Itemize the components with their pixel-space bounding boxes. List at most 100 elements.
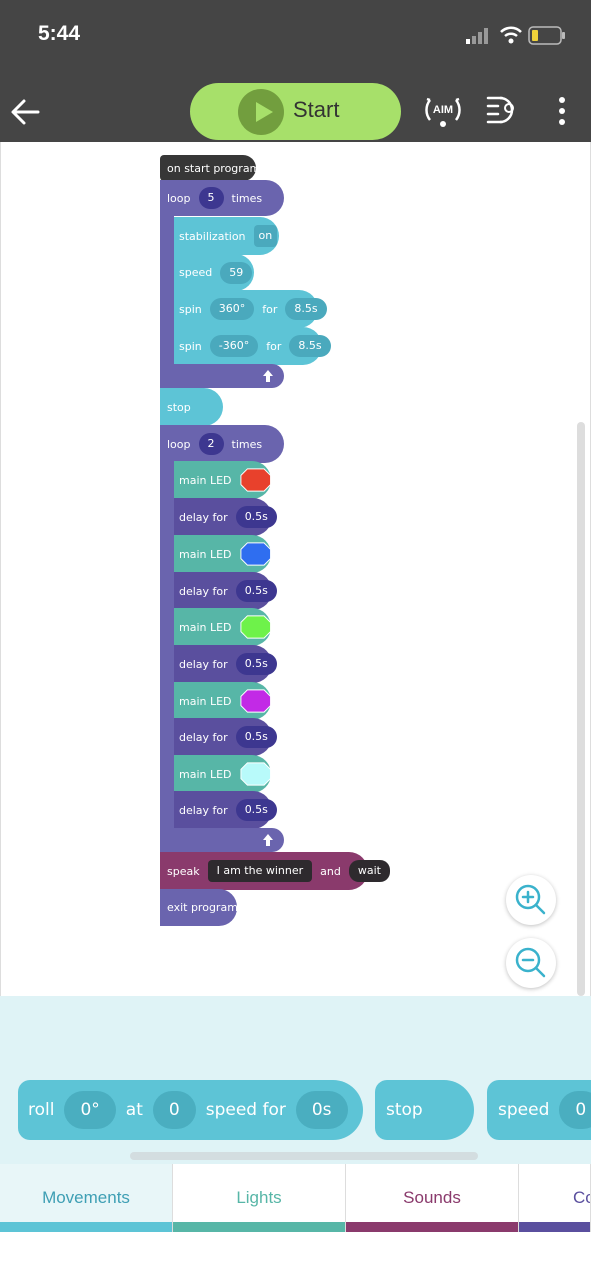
main-led-label: main LED bbox=[179, 547, 232, 561]
zoom-in-button[interactable] bbox=[506, 875, 556, 925]
spin-label: spin bbox=[179, 339, 202, 353]
led-color-swatch[interactable] bbox=[239, 688, 271, 714]
delay-value[interactable]: 0.5s bbox=[235, 506, 277, 528]
stabilization-block[interactable]: stabilization on bbox=[174, 217, 279, 255]
speak-and-label: and bbox=[320, 864, 341, 878]
loop-label: loop bbox=[167, 437, 191, 451]
delay-value[interactable]: 0.5s bbox=[235, 653, 277, 675]
delay-block[interactable]: delay for 0.5s bbox=[174, 718, 277, 756]
drive-icon[interactable] bbox=[486, 94, 522, 126]
speak-text[interactable]: I am the winner bbox=[207, 860, 313, 882]
exit-program-block[interactable]: exit program bbox=[160, 889, 238, 926]
wifi-icon bbox=[500, 26, 522, 44]
led-color-swatch[interactable] bbox=[239, 614, 271, 640]
start-button[interactable]: Start bbox=[190, 83, 401, 140]
tab-indicator bbox=[519, 1222, 590, 1232]
on-start-program-label: on start program bbox=[167, 161, 261, 175]
spin-duration[interactable]: 8.5s bbox=[285, 298, 327, 320]
main-led-block[interactable]: main LED bbox=[174, 682, 271, 720]
delay-label: delay for bbox=[179, 803, 228, 817]
spin-duration[interactable]: 8.5s bbox=[289, 335, 331, 357]
loop-suffix: times bbox=[231, 191, 263, 205]
loop-arrow-icon bbox=[263, 370, 273, 382]
speak-block[interactable]: speak I am the winner and wait bbox=[160, 852, 390, 890]
delay-label: delay for bbox=[179, 584, 228, 598]
palette-at-label: at bbox=[125, 1100, 143, 1120]
speak-wait-toggle[interactable]: wait bbox=[348, 860, 390, 882]
palette-roll-angle[interactable]: 0° bbox=[64, 1091, 116, 1129]
main-led-block[interactable]: main LED bbox=[174, 608, 271, 646]
spin-block[interactable]: spin -360° for 8.5s bbox=[174, 327, 331, 365]
loop-arrow-icon bbox=[263, 834, 273, 846]
palette-roll-duration[interactable]: 0s bbox=[295, 1091, 348, 1129]
spin-angle[interactable]: 360° bbox=[209, 298, 255, 320]
palette-stop-label: stop bbox=[386, 1100, 423, 1120]
tab-sounds[interactable]: Sounds bbox=[346, 1164, 519, 1232]
delay-value[interactable]: 0.5s bbox=[235, 580, 277, 602]
loop-end bbox=[160, 364, 284, 388]
speed-value[interactable]: 59 bbox=[220, 261, 253, 284]
tab-movements[interactable]: Movements bbox=[0, 1164, 173, 1232]
loop-label: loop bbox=[167, 191, 191, 205]
loop-block-body bbox=[160, 196, 174, 388]
palette-roll-label: roll bbox=[28, 1100, 55, 1120]
speak-label: speak bbox=[167, 864, 200, 878]
play-icon bbox=[238, 89, 284, 135]
more-options-icon[interactable] bbox=[552, 96, 572, 126]
stabilization-value[interactable]: on bbox=[253, 225, 278, 247]
stop-block[interactable]: stop bbox=[160, 388, 223, 426]
delay-block[interactable]: delay for 0.5s bbox=[174, 498, 277, 536]
aim-icon[interactable]: AIM bbox=[424, 92, 462, 128]
tab-indicator bbox=[0, 1222, 172, 1232]
spin-for-label: for bbox=[266, 339, 282, 353]
tab-lights-label: Lights bbox=[236, 1188, 282, 1207]
on-start-program-block[interactable]: on start program bbox=[160, 155, 260, 181]
loop-block[interactable]: loop 2 times bbox=[160, 425, 284, 463]
tab-controls[interactable]: Co bbox=[519, 1164, 591, 1232]
loop-count[interactable]: 5 bbox=[198, 187, 224, 209]
palette-stop-block[interactable]: stop bbox=[375, 1080, 474, 1140]
delay-block[interactable]: delay for 0.5s bbox=[174, 645, 277, 683]
led-color-swatch[interactable] bbox=[239, 467, 271, 493]
led-color-swatch[interactable] bbox=[239, 761, 271, 787]
main-led-block[interactable]: main LED bbox=[174, 461, 271, 499]
tab-controls-label: Co bbox=[573, 1188, 590, 1207]
delay-block[interactable]: delay for 0.5s bbox=[174, 572, 277, 610]
spin-for-label: for bbox=[262, 302, 278, 316]
speed-block[interactable]: speed 59 bbox=[174, 254, 254, 291]
main-led-block[interactable]: main LED bbox=[174, 755, 271, 793]
led-color-fill bbox=[239, 615, 271, 639]
loop-count[interactable]: 2 bbox=[198, 433, 224, 455]
palette-scrollbar[interactable] bbox=[130, 1152, 478, 1160]
palette-speed-block[interactable]: speed 0 bbox=[487, 1080, 591, 1140]
delay-label: delay for bbox=[179, 510, 228, 524]
back-arrow-icon[interactable] bbox=[8, 94, 44, 130]
battery-icon bbox=[528, 26, 565, 45]
led-color-swatch[interactable] bbox=[239, 541, 271, 567]
delay-value[interactable]: 0.5s bbox=[235, 726, 277, 748]
delay-label: delay for bbox=[179, 657, 228, 671]
aim-label: AIM bbox=[433, 104, 453, 116]
main-led-label: main LED bbox=[179, 620, 232, 634]
delay-value[interactable]: 0.5s bbox=[235, 799, 277, 821]
home-area bbox=[0, 1232, 591, 1280]
led-color-fill bbox=[239, 542, 271, 566]
delay-block[interactable]: delay for 0.5s bbox=[174, 791, 277, 829]
led-color-fill bbox=[239, 689, 271, 713]
palette-speed-label: speed bbox=[498, 1100, 550, 1120]
zoom-out-button[interactable] bbox=[506, 938, 556, 988]
stop-label: stop bbox=[167, 400, 191, 414]
loop-block[interactable]: loop 5 times bbox=[160, 180, 284, 216]
palette-roll-speed[interactable]: 0 bbox=[152, 1091, 196, 1129]
main-led-label: main LED bbox=[179, 694, 232, 708]
palette-speed-value[interactable]: 0 bbox=[559, 1091, 591, 1129]
spin-angle[interactable]: -360° bbox=[209, 335, 259, 357]
canvas-scrollbar[interactable] bbox=[577, 422, 585, 996]
tab-lights[interactable]: Lights bbox=[173, 1164, 346, 1232]
spin-block[interactable]: spin 360° for 8.5s bbox=[174, 290, 327, 328]
palette-roll-block[interactable]: roll 0° at 0 speed for 0s bbox=[18, 1080, 363, 1140]
zoom-in-icon bbox=[515, 884, 546, 915]
delay-label: delay for bbox=[179, 730, 228, 744]
exit-program-label: exit program bbox=[167, 901, 238, 914]
main-led-block[interactable]: main LED bbox=[174, 535, 271, 573]
